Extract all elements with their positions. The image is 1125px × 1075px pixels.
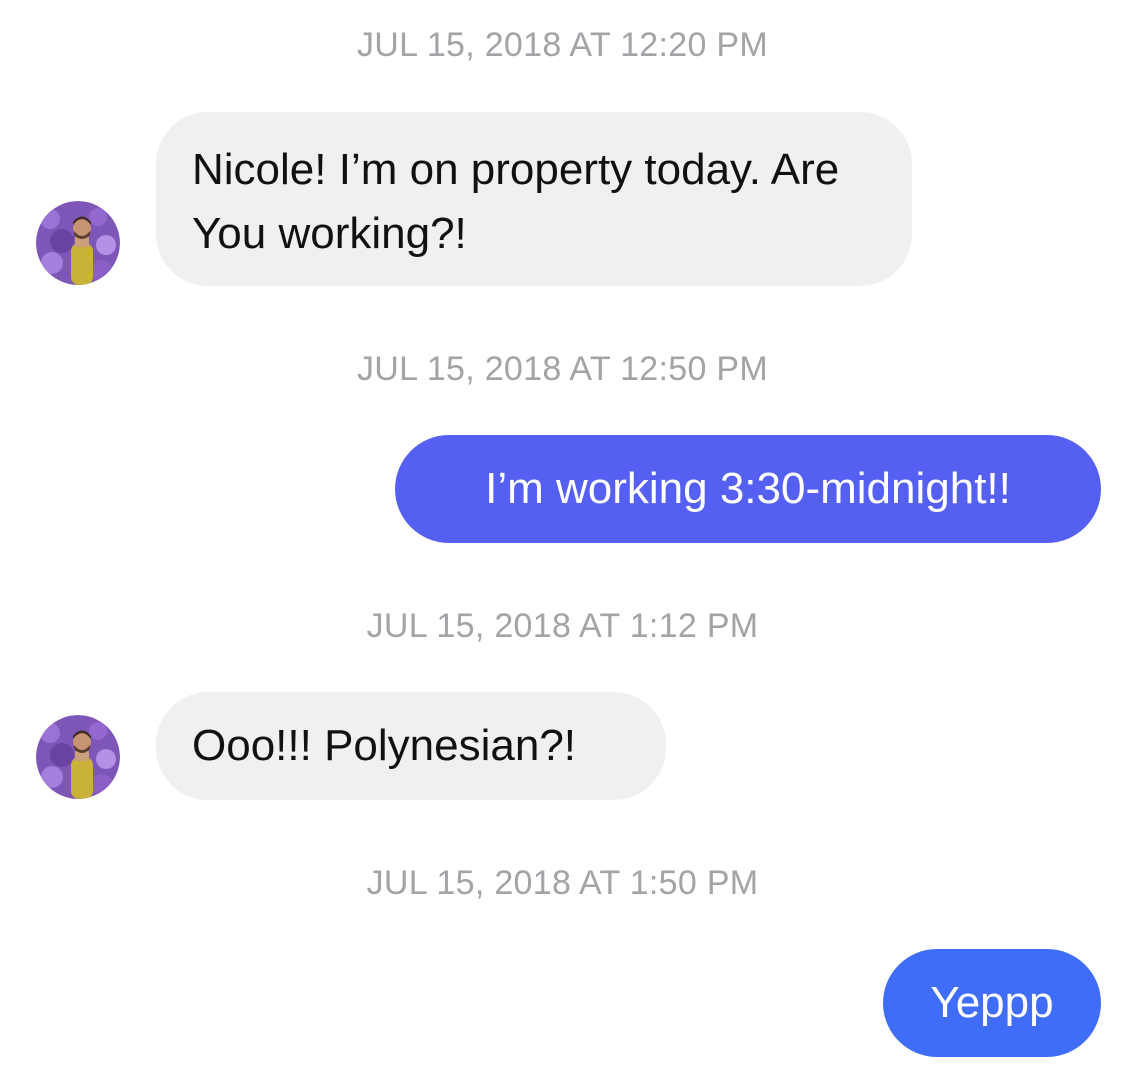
outgoing-message-bubble[interactable]: I’m working 3:30-midnight!! xyxy=(395,435,1101,543)
contact-avatar[interactable] xyxy=(36,715,120,799)
avatar-photo-icon xyxy=(36,715,120,799)
message-text: Ooo!!! Polynesian?! xyxy=(192,721,577,770)
incoming-message-bubble[interactable]: Nicole! I’m on property today. Are You w… xyxy=(156,112,912,286)
outgoing-message-bubble[interactable]: Yeppp xyxy=(883,949,1101,1057)
conversation-view: JUL 15, 2018 AT 12:20 PM Nicole! I’m on … xyxy=(0,0,1125,1075)
message-timestamp: JUL 15, 2018 AT 12:20 PM xyxy=(356,26,769,64)
incoming-message-bubble[interactable]: Ooo!!! Polynesian?! xyxy=(156,692,666,800)
avatar-photo-icon xyxy=(36,201,120,285)
message-text: Nicole! I’m on property today. Are You w… xyxy=(192,145,840,258)
contact-avatar[interactable] xyxy=(36,201,120,285)
message-text: Yeppp xyxy=(930,978,1054,1027)
message-timestamp: JUL 15, 2018 AT 1:50 PM xyxy=(366,864,759,902)
message-text: I’m working 3:30-midnight!! xyxy=(485,464,1011,513)
message-timestamp: JUL 15, 2018 AT 12:50 PM xyxy=(356,350,769,388)
message-timestamp: JUL 15, 2018 AT 1:12 PM xyxy=(366,607,759,645)
